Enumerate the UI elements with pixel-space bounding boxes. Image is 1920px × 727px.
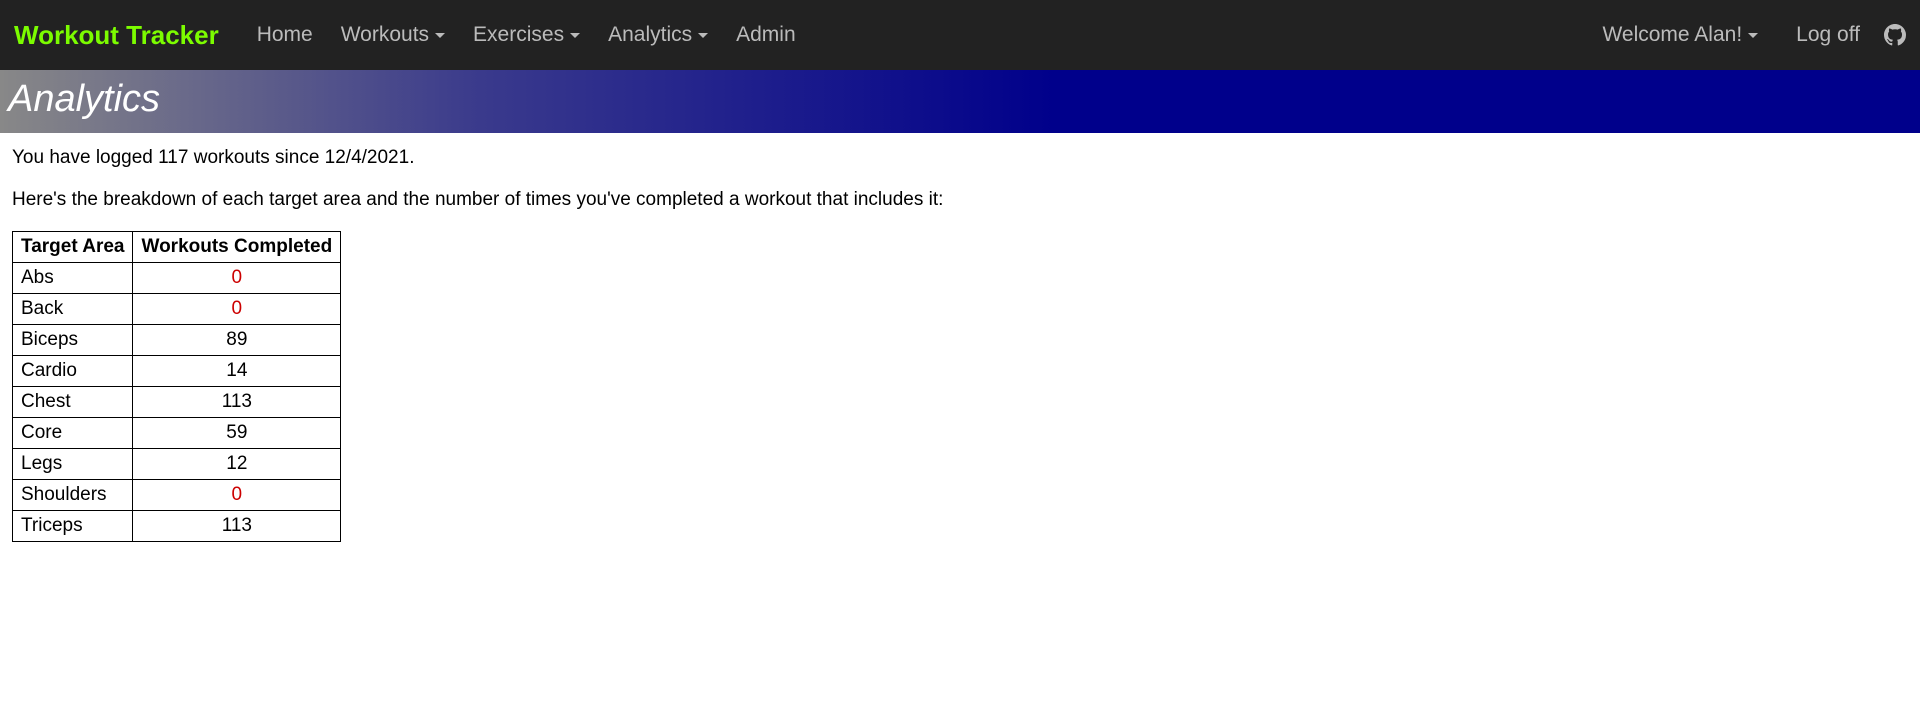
nav-item-admin[interactable]: Admin [722,23,810,47]
nav-item-analytics[interactable]: Analytics [594,23,722,47]
welcome-user-dropdown[interactable]: Welcome Alan! [1588,23,1772,47]
cell-count: 89 [133,325,341,356]
caret-down-icon [698,33,708,38]
header-workouts-completed: Workouts Completed [133,232,341,263]
cell-count: 14 [133,356,341,387]
nav-item-label: Exercises [473,23,564,47]
nav-item-label: Admin [736,23,796,47]
cell-target-area: Abs [13,263,133,294]
navbar: Workout Tracker Home Workouts Exercises Ana… [0,0,1920,70]
cell-target-area: Cardio [13,356,133,387]
nav-items: Home Workouts Exercises Analytics Admin [243,23,810,47]
page-banner: Analytics [0,70,1920,133]
table-row: Abs0 [13,263,341,294]
logoff-link[interactable]: Log off [1790,23,1866,47]
nav-right: Welcome Alan! Log off [1588,23,1906,47]
cell-count: 113 [133,511,341,542]
target-area-table: Target Area Workouts Completed Abs0Back0… [12,231,341,542]
nav-item-label: Analytics [608,23,692,47]
cell-target-area: Triceps [13,511,133,542]
table-row: Cardio14 [13,356,341,387]
nav-item-exercises[interactable]: Exercises [459,23,594,47]
cell-count: 0 [133,263,341,294]
table-row: Back0 [13,294,341,325]
cell-count: 0 [133,294,341,325]
table-row: Shoulders0 [13,480,341,511]
header-target-area: Target Area [13,232,133,263]
breakdown-intro: Here's the breakdown of each target area… [12,189,1908,211]
cell-count: 59 [133,418,341,449]
page-title: Analytics [8,78,1910,121]
nav-item-home[interactable]: Home [243,23,327,47]
cell-target-area: Shoulders [13,480,133,511]
table-header-row: Target Area Workouts Completed [13,232,341,263]
cell-target-area: Back [13,294,133,325]
table-row: Chest113 [13,387,341,418]
table-row: Biceps89 [13,325,341,356]
nav-item-workouts[interactable]: Workouts [327,23,459,47]
cell-target-area: Core [13,418,133,449]
content: You have logged 117 workouts since 12/4/… [0,133,1920,556]
cell-target-area: Biceps [13,325,133,356]
cell-count: 12 [133,449,341,480]
summary-text: You have logged 117 workouts since 12/4/… [12,147,1908,169]
cell-count: 113 [133,387,341,418]
caret-down-icon [435,33,445,38]
caret-down-icon [570,33,580,38]
caret-down-icon [1748,33,1758,38]
cell-target-area: Legs [13,449,133,480]
cell-count: 0 [133,480,341,511]
table-row: Core59 [13,418,341,449]
nav-item-label: Home [257,23,313,47]
table-row: Triceps113 [13,511,341,542]
table-row: Legs12 [13,449,341,480]
github-icon[interactable] [1884,24,1906,46]
nav-left: Workout Tracker Home Workouts Exercises Ana… [14,20,810,51]
cell-target-area: Chest [13,387,133,418]
welcome-label: Welcome Alan! [1602,23,1742,47]
nav-item-label: Workouts [341,23,429,47]
brand[interactable]: Workout Tracker [14,20,219,51]
